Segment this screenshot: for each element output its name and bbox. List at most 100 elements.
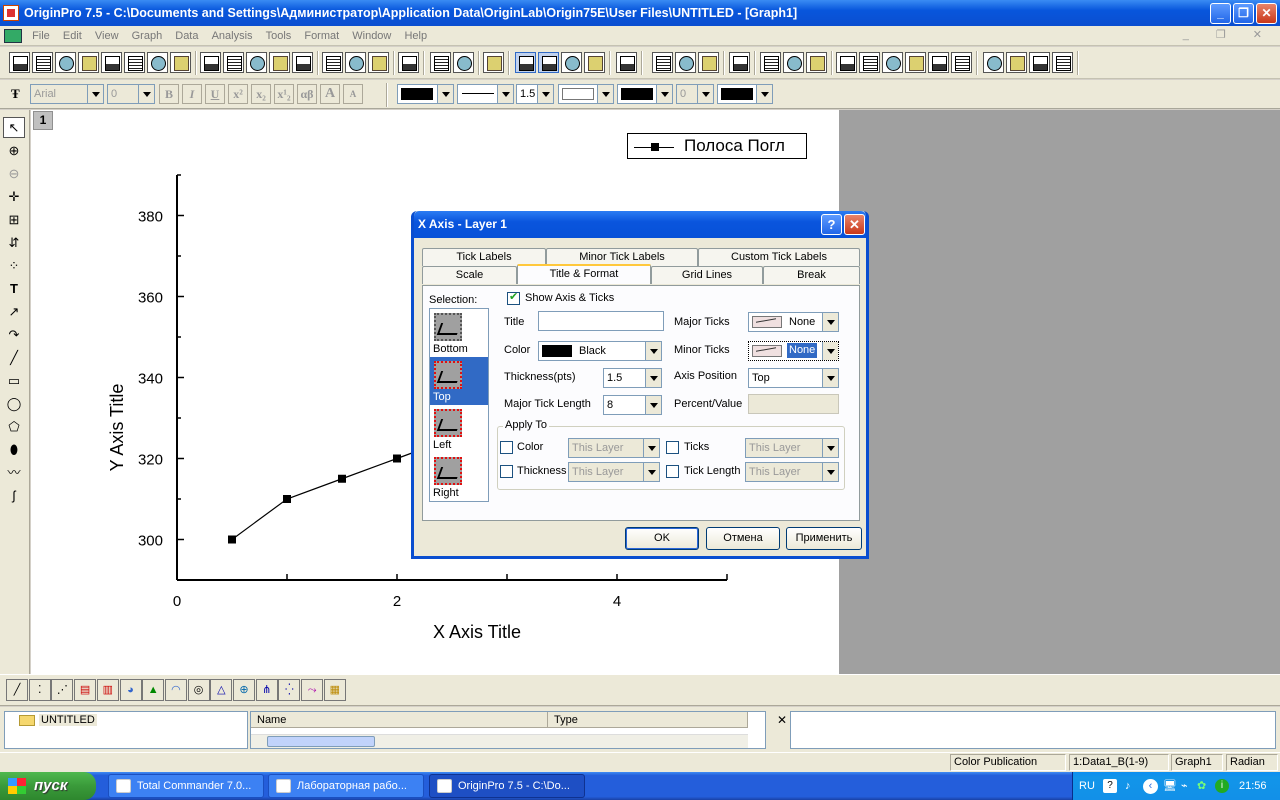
menu-file[interactable]: File bbox=[27, 26, 55, 46]
menu-view[interactable]: View bbox=[90, 26, 124, 46]
apply-thickness-combo[interactable]: This Layer bbox=[568, 462, 660, 482]
horizontal-scrollbar[interactable] bbox=[251, 734, 748, 748]
plot-type-button-8-icon[interactable]: ◠ bbox=[164, 679, 187, 701]
color-combo[interactable]: Black bbox=[538, 341, 662, 361]
pattern-color-combo[interactable] bbox=[617, 84, 673, 104]
cancel-button[interactable]: Отмена bbox=[706, 527, 780, 550]
decrease-font-button[interactable]: A bbox=[343, 84, 363, 104]
fill-color-combo[interactable] bbox=[558, 84, 614, 104]
tab-title-format[interactable]: Title & Format bbox=[517, 264, 651, 284]
plot-type-button-1-icon[interactable]: ╱ bbox=[6, 679, 28, 701]
menu-graph[interactable]: Graph bbox=[127, 26, 168, 46]
tab-break[interactable]: Break bbox=[763, 266, 860, 284]
data-selector-icon[interactable]: ⇵ bbox=[3, 232, 25, 253]
plot-type-button-10-icon[interactable]: △ bbox=[210, 679, 233, 701]
line-tool-icon[interactable]: ╱ bbox=[3, 347, 25, 368]
toolbar-button-1-icon[interactable] bbox=[9, 52, 30, 73]
show-axis-checkbox[interactable] bbox=[507, 290, 520, 305]
toolbar-button-26-icon[interactable] bbox=[652, 52, 673, 73]
draw-data-icon[interactable]: ⁘ bbox=[3, 255, 25, 276]
task-originpro[interactable]: OriginPro 7.5 - C:\Do... bbox=[429, 774, 585, 798]
plot-type-button-5-icon[interactable]: ▥ bbox=[96, 679, 119, 701]
greek-button[interactable]: αβ bbox=[297, 84, 317, 104]
flower-icon[interactable]: ✿ bbox=[1197, 772, 1206, 800]
plot-type-button-3-icon[interactable]: ⋰ bbox=[51, 679, 74, 701]
menu-help[interactable]: Help bbox=[399, 26, 432, 46]
selection-top[interactable]: Top bbox=[430, 357, 488, 405]
toolbar-button-40-icon[interactable] bbox=[1006, 52, 1027, 73]
toolbar-button-37-icon[interactable] bbox=[928, 52, 949, 73]
plot-type-button-6-icon[interactable]: ◕ bbox=[119, 679, 142, 701]
percent-value-input[interactable] bbox=[748, 394, 839, 414]
apply-tick-length-checkbox[interactable] bbox=[666, 465, 679, 478]
toolbar-button-35-icon[interactable] bbox=[882, 52, 903, 73]
superscript-button[interactable]: x² bbox=[228, 84, 248, 104]
zoom-out-icon[interactable]: ⊖ bbox=[3, 163, 25, 184]
toolbar-button-42-icon[interactable] bbox=[1052, 52, 1073, 73]
toolbar-button-38-icon[interactable] bbox=[951, 52, 972, 73]
toolbar-button-36-icon[interactable] bbox=[905, 52, 926, 73]
plot-type-button-14-icon[interactable]: ⤳ bbox=[301, 679, 324, 701]
toolbar-button-9-icon[interactable] bbox=[200, 52, 221, 73]
folder-name[interactable]: UNTITLED bbox=[39, 714, 97, 726]
zoom-in-icon[interactable]: ⊕ bbox=[3, 140, 25, 161]
menu-edit[interactable]: Edit bbox=[58, 26, 87, 46]
toolbar-button-22-icon[interactable] bbox=[538, 52, 559, 73]
toolbar-button-8-icon[interactable] bbox=[170, 52, 191, 73]
folder-tree[interactable]: UNTITLED bbox=[4, 711, 248, 749]
minimize-button[interactable]: _ bbox=[1210, 3, 1231, 24]
scroll-thumb[interactable] bbox=[267, 736, 375, 747]
selection-bottom[interactable]: Bottom bbox=[430, 309, 488, 357]
toolbar-button-21-icon[interactable] bbox=[515, 52, 536, 73]
apply-button[interactable]: Применить bbox=[786, 527, 862, 550]
plot-type-button-11-icon[interactable]: ⊕ bbox=[233, 679, 255, 701]
results-panel[interactable] bbox=[790, 711, 1276, 749]
toolbar-button-15-icon[interactable] bbox=[345, 52, 366, 73]
major-tick-length-combo[interactable]: 8 bbox=[603, 395, 662, 415]
menu-window[interactable]: Window bbox=[347, 26, 396, 46]
plot-type-button-13-icon[interactable]: ⁛ bbox=[278, 679, 301, 701]
selection-left[interactable]: Left bbox=[430, 405, 488, 453]
toolbar-button-7-icon[interactable] bbox=[147, 52, 168, 73]
toolbar-button-31-icon[interactable] bbox=[783, 52, 804, 73]
bold-button[interactable]: B bbox=[159, 84, 179, 104]
rectangle-tool-icon[interactable]: ▭ bbox=[3, 370, 25, 391]
title-input[interactable] bbox=[538, 311, 664, 331]
circle-tool-icon[interactable]: ◯ bbox=[3, 393, 25, 414]
ok-button[interactable]: OK bbox=[625, 527, 699, 550]
dialog-close-button[interactable]: ✕ bbox=[844, 214, 865, 235]
info-icon[interactable]: i bbox=[1215, 779, 1229, 793]
region-tool-icon[interactable]: ⬮ bbox=[3, 439, 25, 460]
polyline-tool-icon[interactable]: 〰 bbox=[3, 462, 25, 483]
column-name-header[interactable]: Name bbox=[251, 712, 548, 728]
font-color-combo[interactable] bbox=[717, 84, 773, 104]
toolbar-button-3-icon[interactable] bbox=[55, 52, 76, 73]
major-ticks-combo[interactable]: None bbox=[748, 312, 839, 332]
toolbar-button-5-icon[interactable] bbox=[101, 52, 122, 73]
tray-arrow-icon[interactable]: ‹ bbox=[1143, 779, 1158, 794]
subscript-button[interactable]: x₂ bbox=[251, 84, 271, 104]
menu-tools[interactable]: Tools bbox=[261, 26, 297, 46]
screen-reader-icon[interactable]: ✛ bbox=[3, 186, 25, 207]
toolbar-button-11-icon[interactable] bbox=[246, 52, 267, 73]
toolbar-button-32-icon[interactable] bbox=[806, 52, 827, 73]
close-button[interactable]: ✕ bbox=[1256, 3, 1277, 24]
selection-list[interactable]: Bottom Top Left Right bbox=[429, 308, 489, 502]
layer-badge[interactable]: 1 bbox=[33, 111, 53, 130]
line-color-combo[interactable] bbox=[397, 84, 454, 104]
selection-right[interactable]: Right bbox=[430, 453, 488, 501]
toolbar-button-28-icon[interactable] bbox=[698, 52, 719, 73]
plot-type-button-2-icon[interactable]: ⁚ bbox=[28, 679, 51, 701]
underline-button[interactable]: U bbox=[205, 84, 225, 104]
increase-font-button[interactable]: A bbox=[320, 84, 340, 104]
supsub-button[interactable]: x¹₂ bbox=[274, 84, 294, 104]
language-indicator[interactable]: RU bbox=[1079, 772, 1095, 800]
column-type-header[interactable]: Type bbox=[548, 712, 748, 728]
italic-button[interactable]: I bbox=[182, 84, 202, 104]
tab-custom-tick-labels[interactable]: Custom Tick Labels bbox=[698, 248, 860, 266]
file-list[interactable]: Name Type bbox=[250, 711, 766, 749]
toolbar-button-23-icon[interactable] bbox=[561, 52, 582, 73]
font-size-combo[interactable]: 0 bbox=[107, 84, 155, 104]
menu-analysis[interactable]: Analysis bbox=[207, 26, 258, 46]
task-word-document[interactable]: Лабораторная рабо... bbox=[268, 774, 424, 798]
